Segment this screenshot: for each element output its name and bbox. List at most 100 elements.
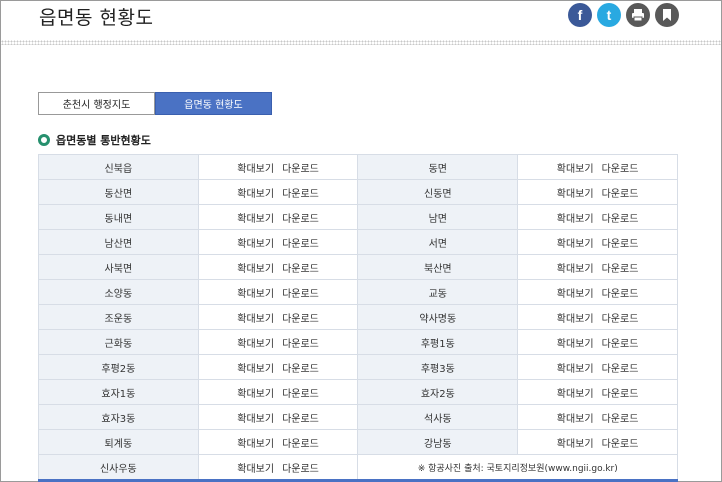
zoom-link[interactable]: 확대보기 — [557, 364, 594, 375]
zoom-link[interactable]: 확대보기 — [237, 164, 274, 175]
action-cell: 확대보기 다운로드 — [517, 179, 678, 205]
action-cell: 확대보기 다운로드 — [197, 154, 359, 180]
table-row: 사북면 확대보기 다운로드 북산면 확대보기 다운로드 — [38, 254, 678, 280]
action-cell: 확대보기 다운로드 — [197, 429, 359, 455]
zoom-link[interactable]: 확대보기 — [237, 214, 274, 225]
district-name: 남산면 — [38, 229, 199, 255]
table-row: 동내면 확대보기 다운로드 남면 확대보기 다운로드 — [38, 204, 678, 230]
zoom-link[interactable]: 확대보기 — [237, 439, 274, 450]
twitter-icon[interactable]: t — [597, 3, 621, 27]
table-row: 소양동 확대보기 다운로드 교동 확대보기 다운로드 — [38, 279, 678, 305]
district-name: 강남동 — [357, 429, 519, 455]
zoom-link[interactable]: 확대보기 — [557, 314, 594, 325]
zoom-link[interactable]: 확대보기 — [237, 314, 274, 325]
action-cell: 확대보기 다운로드 — [197, 404, 359, 430]
download-link[interactable]: 다운로드 — [282, 339, 319, 350]
district-name: 동내면 — [38, 204, 199, 230]
zoom-link[interactable]: 확대보기 — [557, 389, 594, 400]
facebook-letter: f — [577, 7, 583, 23]
section-heading: 읍면동별 통반현황도 — [38, 132, 151, 148]
zoom-link[interactable]: 확대보기 — [237, 189, 274, 200]
district-name: 서면 — [357, 229, 519, 255]
download-link[interactable]: 다운로드 — [602, 339, 639, 350]
zoom-link[interactable]: 확대보기 — [557, 414, 594, 425]
district-name: 약사명동 — [357, 304, 519, 330]
download-link[interactable]: 다운로드 — [602, 414, 639, 425]
zoom-link[interactable]: 확대보기 — [237, 289, 274, 300]
action-cell: 확대보기 다운로드 — [517, 254, 678, 280]
table-row: 조운동 확대보기 다운로드 약사명동 확대보기 다운로드 — [38, 304, 678, 330]
action-cell: 확대보기 다운로드 — [517, 379, 678, 405]
download-link[interactable]: 다운로드 — [602, 314, 639, 325]
table-row: 효자1동 확대보기 다운로드 효자2동 확대보기 다운로드 — [38, 379, 678, 405]
zoom-link[interactable]: 확대보기 — [557, 164, 594, 175]
download-link[interactable]: 다운로드 — [282, 189, 319, 200]
download-link[interactable]: 다운로드 — [282, 239, 319, 250]
action-cell: 확대보기 다운로드 — [517, 329, 678, 355]
zoom-link[interactable]: 확대보기 — [557, 214, 594, 225]
zoom-link[interactable]: 확대보기 — [237, 264, 274, 275]
circle-bullet-icon — [38, 134, 50, 146]
download-link[interactable]: 다운로드 — [282, 464, 319, 475]
action-cell: 확대보기 다운로드 — [197, 329, 359, 355]
zoom-link[interactable]: 확대보기 — [557, 439, 594, 450]
download-link[interactable]: 다운로드 — [282, 214, 319, 225]
zoom-link[interactable]: 확대보기 — [237, 364, 274, 375]
download-link[interactable]: 다운로드 — [282, 389, 319, 400]
download-link[interactable]: 다운로드 — [602, 189, 639, 200]
zoom-link[interactable]: 확대보기 — [557, 239, 594, 250]
header-divider — [1, 40, 721, 45]
download-link[interactable]: 다운로드 — [602, 289, 639, 300]
download-link[interactable]: 다운로드 — [602, 164, 639, 175]
action-cell: 확대보기 다운로드 — [517, 279, 678, 305]
district-name: 신사우동 — [38, 454, 199, 480]
download-link[interactable]: 다운로드 — [602, 264, 639, 275]
district-name: 신동면 — [357, 179, 519, 205]
action-cell: 확대보기 다운로드 — [517, 354, 678, 380]
district-table: 신북읍 확대보기 다운로드 동면 확대보기 다운로드 동산면 확대보기 다운로드 신동면 확대보기 다… — [38, 154, 678, 480]
zoom-link[interactable]: 확대보기 — [237, 389, 274, 400]
zoom-link[interactable]: 확대보기 — [557, 339, 594, 350]
download-link[interactable]: 다운로드 — [282, 164, 319, 175]
download-link[interactable]: 다운로드 — [282, 364, 319, 375]
table-row: 신북읍 확대보기 다운로드 동면 확대보기 다운로드 — [38, 154, 678, 180]
download-link[interactable]: 다운로드 — [282, 414, 319, 425]
action-cell: 확대보기 다운로드 — [197, 304, 359, 330]
source-note: ※ 항공사진 출처: 국토지리정보원(www.ngii.go.kr) — [357, 454, 678, 480]
download-link[interactable]: 다운로드 — [282, 264, 319, 275]
table-row: 남산면 확대보기 다운로드 서면 확대보기 다운로드 — [38, 229, 678, 255]
tab-district-status[interactable]: 읍면동 현황도 — [155, 92, 272, 115]
tab-bar: 춘천시 행정지도 읍면동 현황도 — [38, 92, 272, 115]
zoom-link[interactable]: 확대보기 — [557, 189, 594, 200]
zoom-link[interactable]: 확대보기 — [237, 464, 274, 475]
bookmark-icon[interactable] — [655, 3, 679, 27]
district-name: 후평1동 — [357, 329, 519, 355]
download-link[interactable]: 다운로드 — [282, 314, 319, 325]
twitter-letter: t — [606, 7, 612, 23]
district-name: 석사동 — [357, 404, 519, 430]
share-bar: f t — [568, 3, 679, 27]
zoom-link[interactable]: 확대보기 — [237, 239, 274, 250]
download-link[interactable]: 다운로드 — [282, 439, 319, 450]
tab-admin-map[interactable]: 춘천시 행정지도 — [38, 92, 155, 115]
district-name: 동산면 — [38, 179, 199, 205]
action-cell: 확대보기 다운로드 — [517, 229, 678, 255]
download-link[interactable]: 다운로드 — [602, 389, 639, 400]
zoom-link[interactable]: 확대보기 — [237, 339, 274, 350]
download-link[interactable]: 다운로드 — [602, 364, 639, 375]
district-name: 남면 — [357, 204, 519, 230]
district-name: 근화동 — [38, 329, 199, 355]
action-cell: 확대보기 다운로드 — [197, 254, 359, 280]
print-icon[interactable] — [626, 3, 650, 27]
action-cell: 확대보기 다운로드 — [517, 429, 678, 455]
download-link[interactable]: 다운로드 — [602, 439, 639, 450]
download-link[interactable]: 다운로드 — [282, 289, 319, 300]
zoom-link[interactable]: 확대보기 — [557, 264, 594, 275]
zoom-link[interactable]: 확대보기 — [557, 289, 594, 300]
facebook-icon[interactable]: f — [568, 3, 592, 27]
zoom-link[interactable]: 확대보기 — [237, 414, 274, 425]
district-name: 효자1동 — [38, 379, 199, 405]
district-name: 효자2동 — [357, 379, 519, 405]
download-link[interactable]: 다운로드 — [602, 214, 639, 225]
download-link[interactable]: 다운로드 — [602, 239, 639, 250]
